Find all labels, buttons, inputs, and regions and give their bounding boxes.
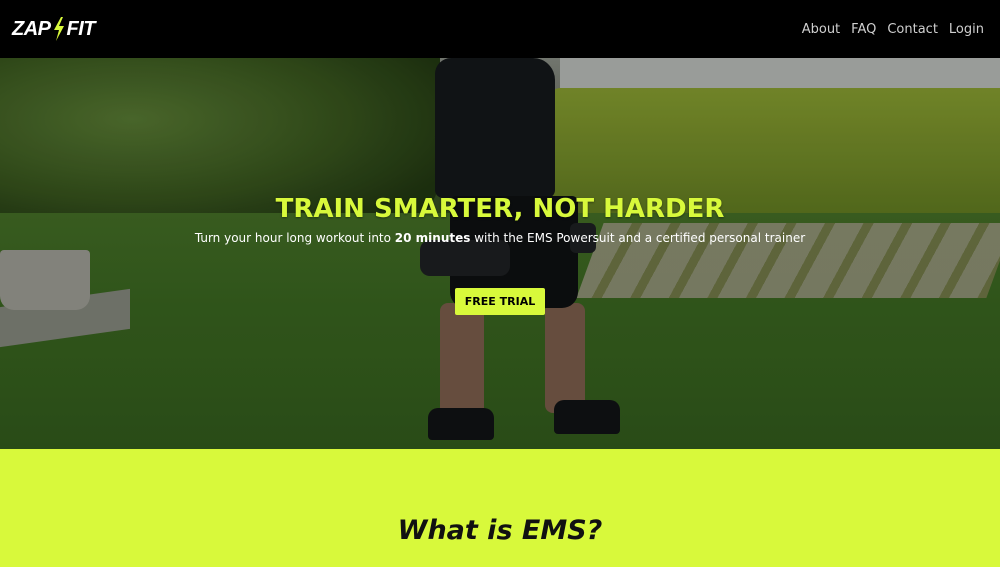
hero-title: TRAIN SMARTER, NOT HARDER [275,194,725,224]
hero-content: TRAIN SMARTER, NOT HARDER Turn your hour… [0,192,1000,315]
hero-section: TRAIN SMARTER, NOT HARDER Turn your hour… [0,58,1000,449]
hero-subtitle: Turn your hour long workout into 20 minu… [0,230,1000,246]
nav-link-login[interactable]: Login [949,22,984,37]
nav-link-faq[interactable]: FAQ [851,22,876,37]
logo[interactable]: ZAP FIT [12,17,95,41]
hero-subtitle-before: Turn your hour long workout into [194,231,395,245]
hero-subtitle-after: with the EMS Powersuit and a certified p… [470,231,806,245]
lightning-bolt-icon [53,17,64,41]
logo-text-fit: FIT [66,17,96,40]
logo-text-zap: ZAP [12,17,51,40]
section-title: What is EMS? [397,515,603,546]
what-is-ems-section: What is EMS? [0,449,1000,567]
nav-links: About FAQ Contact Login [802,22,984,37]
nav-link-about[interactable]: About [802,22,840,37]
nav-link-contact[interactable]: Contact [887,22,938,37]
free-trial-button[interactable]: FREE TRIAL [454,288,546,315]
hero-subtitle-bold: 20 minutes [394,231,471,245]
navbar: ZAP FIT About FAQ Contact Login [0,0,1000,58]
